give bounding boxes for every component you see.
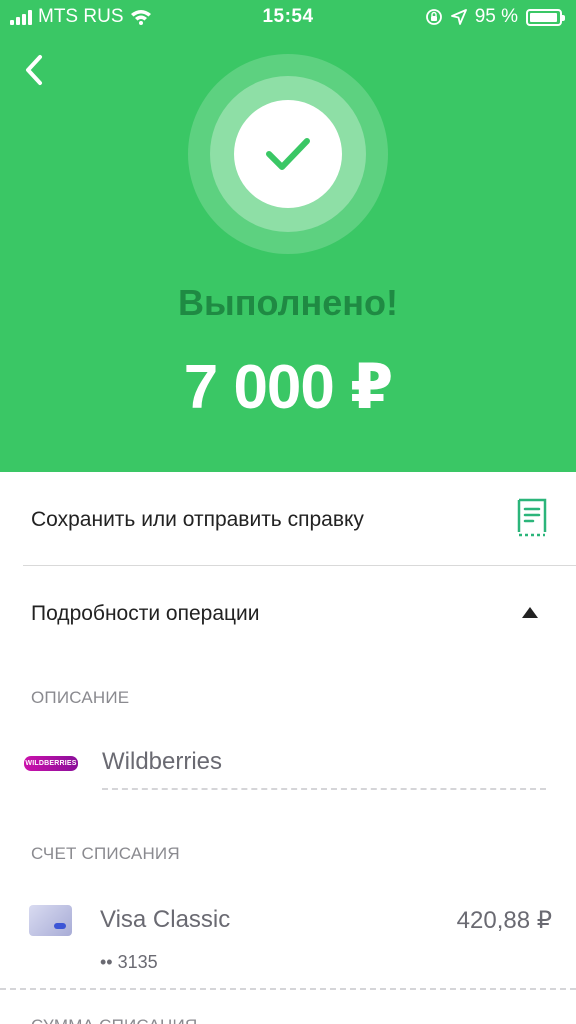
success-header: MTS RUS 15:54 95 % Выполнено! 7 000 ₽ — [0, 0, 576, 472]
description-section-title: ОПИСАНИЕ — [31, 688, 130, 707]
save-receipt-label: Сохранить или отправить справку — [31, 508, 364, 531]
card-name: Visa Classic — [100, 906, 231, 933]
status-title: Выполнено! — [178, 282, 398, 323]
status-bar: MTS RUS 15:54 95 % — [0, 0, 576, 34]
card-balance: 420,88 ₽ — [456, 907, 552, 934]
receipt-icon — [517, 498, 547, 537]
payment-amount: 7 000 ₽ — [183, 353, 394, 422]
wildberries-logo: WILDBERRIES — [24, 756, 78, 771]
merchant-row: WILDBERRIES Wildberries — [0, 730, 576, 796]
merchant-name: Wildberries — [102, 748, 223, 775]
location-icon — [450, 9, 467, 25]
back-button[interactable] — [14, 50, 54, 90]
battery-icon — [526, 8, 565, 26]
card-icon — [29, 905, 72, 936]
checkmark-icon — [266, 138, 310, 170]
rotation-lock-icon — [425, 9, 442, 25]
operation-details-toggle[interactable]: Подробности операции — [0, 566, 576, 658]
success-badge — [234, 100, 342, 208]
dashed-divider — [0, 988, 576, 990]
account-section-title: СЧЕТ СПИСАНИЯ — [31, 844, 180, 863]
dashed-divider — [102, 788, 546, 790]
battery-percent: 95 % — [474, 6, 518, 27]
operation-details-label: Подробности операции — [31, 602, 260, 625]
back-icon — [26, 55, 42, 85]
save-receipt-row[interactable]: Сохранить или отправить справку — [0, 472, 576, 566]
collapse-icon — [522, 607, 538, 618]
card-number: •• 3135 — [100, 952, 158, 972]
status-right: 95 % — [425, 6, 565, 28]
amount-section-title: СУММА СПИСАНИЯ — [31, 1016, 197, 1024]
debit-account-row[interactable]: Visa Classic 420,88 ₽ •• 3135 — [0, 890, 576, 986]
